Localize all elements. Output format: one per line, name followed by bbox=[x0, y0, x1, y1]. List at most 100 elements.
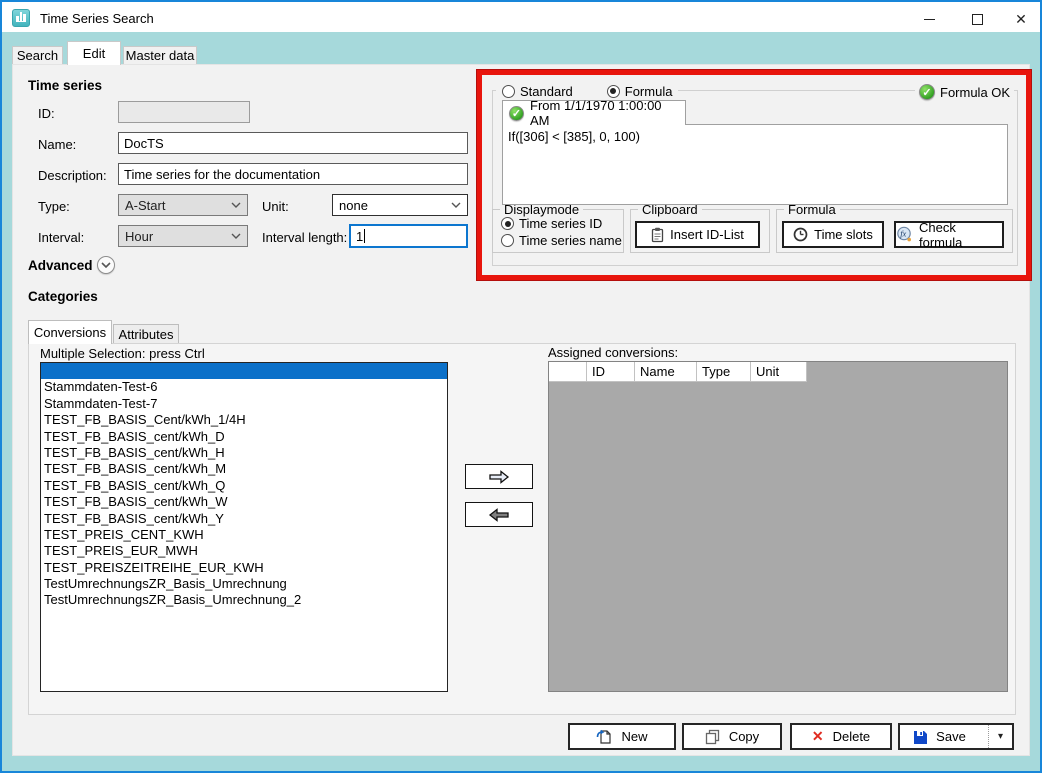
arrow-left-icon bbox=[488, 508, 510, 522]
arrow-right-icon bbox=[488, 470, 510, 484]
standard-radio-label[interactable]: Standard bbox=[520, 84, 573, 99]
delete-button[interactable]: ✕ Delete bbox=[790, 723, 892, 750]
minimize-icon bbox=[924, 19, 935, 20]
copy-button[interactable]: Copy bbox=[682, 723, 782, 750]
formula-ok-badge: ✓ Formula OK bbox=[915, 83, 1014, 101]
list-item[interactable]: TestUmrechnungsZR_Basis_Umrechnung_2 bbox=[41, 592, 447, 608]
column-header-type[interactable]: Type bbox=[697, 362, 751, 382]
new-button[interactable]: New bbox=[568, 723, 676, 750]
advanced-heading: Advanced bbox=[28, 258, 93, 273]
list-item[interactable]: TEST_PREIS_CENT_KWH bbox=[41, 527, 447, 543]
id-field bbox=[118, 101, 250, 123]
close-icon: ✕ bbox=[1015, 11, 1027, 28]
list-item[interactable]: TestUmrechnungsZR_Basis_Umrechnung bbox=[41, 576, 447, 592]
list-item[interactable]: TEST_FB_BASIS_cent/kWh_D bbox=[41, 429, 447, 445]
menu-arrow-icon: ▾ bbox=[998, 731, 1003, 742]
assigned-conversions-table[interactable]: ID Name Type Unit bbox=[548, 361, 1008, 692]
mode-radio-row: Standard Formula bbox=[496, 83, 678, 99]
formula-from-tab[interactable]: ✓ From 1/1/1970 1:00:00 AM bbox=[502, 100, 686, 125]
list-item[interactable]: Stammdaten-Test-7 bbox=[41, 396, 447, 412]
advanced-expand-button[interactable] bbox=[97, 256, 115, 274]
assigned-conversions-label: Assigned conversions: bbox=[548, 345, 678, 360]
list-item[interactable]: TEST_FB_BASIS_cent/kWh_Q bbox=[41, 478, 447, 494]
text-caret bbox=[364, 229, 365, 243]
time-series-id-radio[interactable] bbox=[501, 217, 514, 230]
list-item[interactable]: TEST_PREISZEITREIHE_EUR_KWH bbox=[41, 560, 447, 576]
unassign-left-button[interactable] bbox=[465, 502, 533, 527]
new-document-icon bbox=[596, 729, 612, 745]
column-header-id[interactable]: ID bbox=[587, 362, 635, 382]
description-label: Description: bbox=[38, 168, 107, 183]
formula-ok-label: Formula OK bbox=[940, 85, 1010, 100]
tab-attributes[interactable]: Attributes bbox=[113, 324, 179, 344]
type-dropdown[interactable]: A-Start bbox=[118, 194, 248, 216]
chevron-down-icon bbox=[231, 233, 241, 239]
list-item[interactable]: TEST_FB_BASIS_cent/kWh_Y bbox=[41, 511, 447, 527]
unit-dropdown[interactable]: none bbox=[332, 194, 468, 216]
save-button[interactable]: Save bbox=[900, 725, 979, 748]
chevron-down-icon bbox=[451, 202, 461, 208]
copy-icon bbox=[705, 729, 720, 745]
clipboard-icon bbox=[651, 227, 664, 243]
formula-radio-label[interactable]: Formula bbox=[625, 84, 673, 99]
description-input[interactable]: Time series for the documentation bbox=[118, 163, 468, 185]
categories-heading: Categories bbox=[28, 289, 98, 304]
tab-edit[interactable]: Edit bbox=[67, 41, 121, 65]
chevron-down-circle-icon bbox=[101, 262, 111, 269]
minimize-button[interactable] bbox=[908, 4, 950, 34]
tab-search[interactable]: Search bbox=[12, 46, 63, 64]
tab-master-data[interactable]: Master data bbox=[123, 46, 197, 64]
list-item[interactable]: TEST_FB_BASIS_cent/kWh_W bbox=[41, 494, 447, 510]
formula-textarea[interactable]: If([306] < [385], 0, 100) bbox=[502, 124, 1008, 205]
list-item[interactable]: Stammdaten-Test-6 bbox=[41, 379, 447, 395]
insert-id-list-button[interactable]: Insert ID-List bbox=[635, 221, 760, 248]
time-slots-button[interactable]: Time slots bbox=[782, 221, 884, 248]
type-label: Type: bbox=[38, 199, 70, 214]
chevron-down-icon bbox=[231, 202, 241, 208]
name-input[interactable]: DocTS bbox=[118, 132, 468, 154]
table-header-row: ID Name Type Unit bbox=[549, 362, 1007, 382]
list-item[interactable]: TEST_FB_BASIS_Cent/kWh_1/4H bbox=[41, 412, 447, 428]
list-item[interactable]: TEST_FB_BASIS_cent/kWh_M bbox=[41, 461, 447, 477]
interval-length-label: Interval length: bbox=[262, 230, 347, 245]
list-item[interactable]: TEST_FB_BASIS_cent/kWh_H bbox=[41, 445, 447, 461]
fx-magnifier-icon: fx bbox=[896, 226, 913, 243]
delete-x-icon: ✕ bbox=[812, 728, 824, 745]
window: Time Series Search ✕ Search Edit Master … bbox=[0, 0, 1042, 773]
id-label: ID: bbox=[38, 106, 55, 121]
column-header-unit[interactable]: Unit bbox=[751, 362, 807, 382]
displaymode-groupbox: Displaymode Time series ID Time series n… bbox=[492, 209, 624, 253]
svg-text:fx: fx bbox=[900, 229, 906, 239]
assign-right-button[interactable] bbox=[465, 464, 533, 489]
save-floppy-icon bbox=[913, 730, 927, 744]
time-series-name-radio[interactable] bbox=[501, 234, 514, 247]
from-tab-label: From 1/1/1970 1:00:00 AM bbox=[530, 98, 679, 128]
tab-conversions[interactable]: Conversions bbox=[28, 320, 112, 344]
check-formula-button[interactable]: fx Check formula bbox=[894, 221, 1004, 248]
displaymode-option-id[interactable]: Time series ID bbox=[501, 216, 602, 231]
maximize-button[interactable] bbox=[956, 4, 998, 34]
column-header-selector[interactable] bbox=[549, 362, 587, 382]
column-header-name[interactable]: Name bbox=[635, 362, 697, 382]
app-bar-chart-icon bbox=[12, 9, 30, 27]
time-series-heading: Time series bbox=[28, 78, 102, 93]
interval-length-input[interactable]: 1 bbox=[349, 224, 468, 248]
unit-label: Unit: bbox=[262, 199, 289, 214]
displaymode-option-name[interactable]: Time series name bbox=[501, 233, 622, 248]
standard-radio[interactable] bbox=[502, 85, 515, 98]
list-item-selected[interactable] bbox=[41, 363, 447, 379]
interval-label: Interval: bbox=[38, 230, 84, 245]
formula-radio[interactable] bbox=[607, 85, 620, 98]
title-bar: Time Series Search ✕ bbox=[2, 2, 1040, 32]
window-title: Time Series Search bbox=[40, 11, 154, 26]
save-split-button: Save ▾ bbox=[898, 723, 1014, 750]
name-label: Name: bbox=[38, 137, 76, 152]
close-button[interactable]: ✕ bbox=[1002, 4, 1040, 34]
list-item[interactable]: TEST_PREIS_EUR_MWH bbox=[41, 543, 447, 559]
clock-icon bbox=[793, 227, 808, 242]
check-circle-icon: ✓ bbox=[919, 84, 935, 100]
multi-select-hint: Multiple Selection: press Ctrl bbox=[40, 346, 205, 361]
save-menu-button[interactable]: ▾ bbox=[988, 725, 1012, 748]
interval-dropdown[interactable]: Hour bbox=[118, 225, 248, 247]
conversions-listbox[interactable]: Stammdaten-Test-6 Stammdaten-Test-7 TEST… bbox=[40, 362, 448, 692]
